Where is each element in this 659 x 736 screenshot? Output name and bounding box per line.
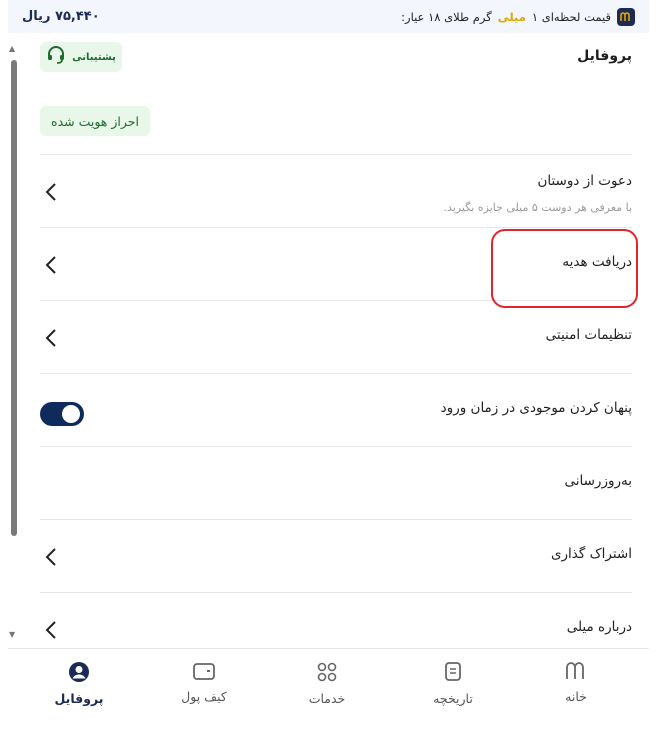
row-update[interactable]: به‌روزرسانی [40,446,632,519]
row-label: تنظیمات امنیتی [545,327,632,343]
user-profile-icon [69,662,89,682]
nav-home[interactable]: خانه [526,661,626,704]
row-label: به‌روزرسانی [564,473,632,489]
ticker-prefix: قیمت لحظه‌ای ۱ [531,9,611,24]
nav-services-label: خدمات [308,691,346,706]
page-title: پروفایل [577,48,632,64]
app-frame: ۷۵,۴۴۰ ریال قیمت لحظه‌ای ۱ میلی گرم طلای… [8,0,649,736]
milli-logo-icon [617,7,635,26]
wallet-icon [193,663,215,680]
highlight-annotation [491,229,638,308]
hide-balance-toggle[interactable] [40,402,84,426]
gold-price-value: ۷۵,۴۴۰ ریال [22,9,100,24]
scrollbar-thumb[interactable] [11,60,17,536]
price-bar: ۷۵,۴۴۰ ریال قیمت لحظه‌ای ۱ میلی گرم طلای… [8,0,649,33]
ticker-suffix: گرم طلای ۱۸ عیار: [401,9,492,24]
verified-badge: احراز هویت شده [40,106,150,136]
chevron-left-icon [45,548,56,566]
grid-icon [317,662,337,682]
chevron-left-icon [45,183,56,201]
chevron-left-icon [45,329,56,347]
nav-history[interactable]: تاریخچه [403,661,503,706]
nav-home-label: خانه [565,689,587,704]
support-label: پشتیبانی [72,51,116,63]
nav-profile[interactable]: پروفایل [29,661,129,706]
row-invite-friends[interactable]: دعوت از دوستان با معرفی هر دوست ۵ میلی ج… [40,154,632,227]
chevron-left-icon [45,256,56,274]
row-security-settings[interactable]: تنظیمات امنیتی [40,300,632,373]
nav-history-label: تاریخچه [433,691,473,706]
scroll-up-arrow-icon[interactable]: ▲ [9,44,15,53]
nav-services[interactable]: خدمات [277,661,377,706]
scroll-down-arrow-icon[interactable]: ▼ [9,630,15,639]
row-subtitle: با معرفی هر دوست ۵ میلی جایزه بگیرید. [443,201,632,214]
row-share[interactable]: اشتراک گذاری [40,519,632,592]
toggle-knob [62,405,80,423]
bottom-nav: خانه تاریخچه خدمات کیف پول پروفایل [8,648,649,736]
ticker-brand: میلی [497,9,526,24]
nav-profile-label: پروفایل [54,691,104,706]
row-hide-balance: پنهان کردن موجودی در زمان ورود [40,373,632,446]
support-button[interactable]: پشتیبانی [40,42,122,72]
nav-wallet[interactable]: کیف پول [154,661,254,704]
row-label: اشتراک گذاری [550,546,632,562]
price-ticker: قیمت لحظه‌ای ۱ میلی گرم طلای ۱۸ عیار: [401,7,635,26]
row-label: پنهان کردن موجودی در زمان ورود [440,400,632,416]
milli-home-icon [566,662,584,679]
headset-icon [46,45,66,69]
chevron-left-icon [45,621,56,639]
row-label: درباره میلی [566,619,632,635]
row-label: دعوت از دوستان [537,173,632,189]
receipt-icon [445,662,461,681]
nav-wallet-label: کیف پول [181,689,227,704]
